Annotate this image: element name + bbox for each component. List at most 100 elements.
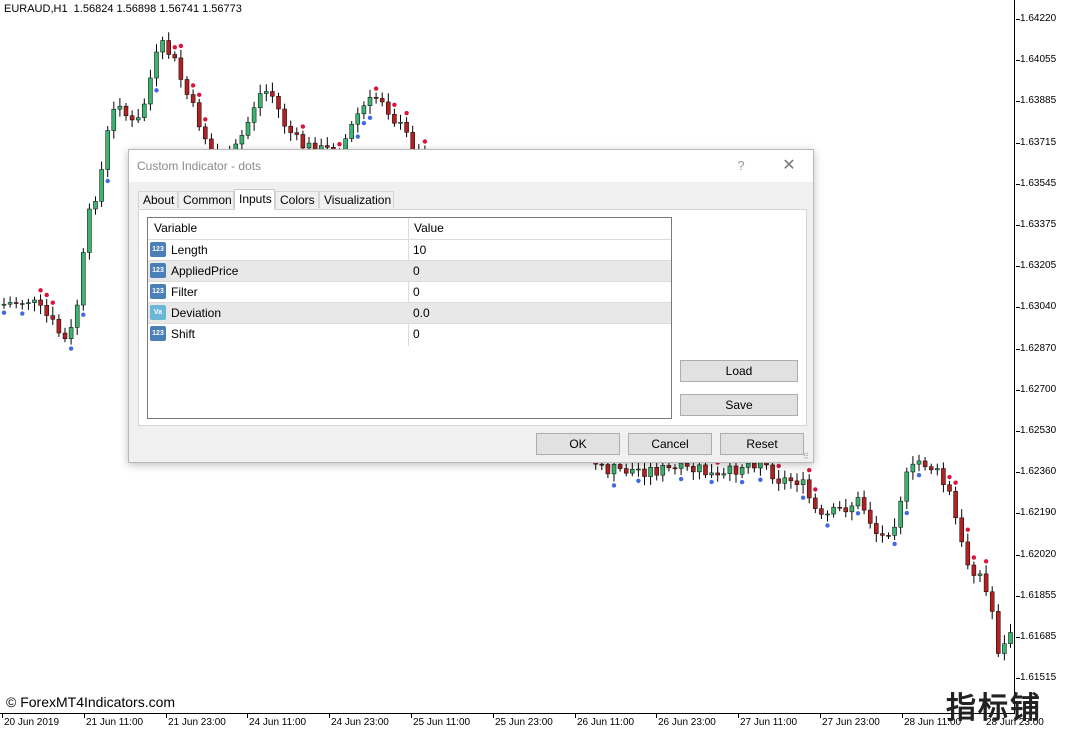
time-label: 25 Jun 23:00 xyxy=(495,717,553,728)
candle-body xyxy=(99,169,104,202)
integer-type-icon: 123 xyxy=(150,326,166,341)
param-row-length[interactable]: 123 Length 10 xyxy=(148,239,671,260)
candle-body xyxy=(935,468,940,471)
param-row-deviation[interactable]: Va Deviation 0.0 xyxy=(148,302,671,323)
load-button[interactable]: Load xyxy=(680,360,798,382)
column-header-variable[interactable]: Variable xyxy=(148,218,408,239)
param-name: Filter xyxy=(171,285,198,299)
signal-dot xyxy=(38,288,43,293)
signal-dot xyxy=(904,510,909,516)
candle-body xyxy=(874,523,879,534)
tab-visualization[interactable]: Visualization xyxy=(319,191,394,208)
candle-body xyxy=(81,252,86,306)
param-name: Length xyxy=(171,243,208,257)
column-header-value[interactable]: Value xyxy=(408,218,671,239)
candle-body xyxy=(349,123,354,139)
time-label: 20 Jun 2019 xyxy=(4,717,60,728)
param-value[interactable]: 0 xyxy=(413,282,420,302)
signal-dot xyxy=(50,300,55,305)
candle-body xyxy=(977,573,983,576)
candle-body xyxy=(959,517,964,543)
signal-dot xyxy=(68,346,74,351)
param-row-shift[interactable]: 123 Shift 0 xyxy=(148,323,671,344)
dialog-title: Custom Indicator - dots xyxy=(137,159,262,173)
symbol-header: EURAUD,H1 1.56824 1.56898 1.56741 1.5677… xyxy=(4,3,242,15)
candle-body xyxy=(129,115,135,121)
signal-dot xyxy=(825,523,830,528)
candle-body xyxy=(1008,632,1013,644)
candle-body xyxy=(776,478,781,484)
signal-dot xyxy=(611,483,617,488)
time-tick xyxy=(329,714,330,718)
candle-body xyxy=(190,94,196,103)
candle-body xyxy=(941,468,946,486)
time-label: 21 Jun 23:00 xyxy=(168,717,226,728)
price-label: 1.62190 xyxy=(1020,507,1057,518)
param-value[interactable]: 0 xyxy=(413,324,420,344)
candle-body xyxy=(691,466,696,473)
param-row-filter[interactable]: 123 Filter 0 xyxy=(148,281,671,302)
candle-body xyxy=(904,471,910,502)
candle-body xyxy=(861,497,867,511)
ok-button[interactable]: OK xyxy=(536,433,620,455)
param-name: Shift xyxy=(171,327,196,341)
candle-body xyxy=(203,126,208,140)
candle-body xyxy=(44,305,49,316)
param-value[interactable]: 0.0 xyxy=(413,303,430,323)
signal-dot xyxy=(105,178,110,184)
candle-body xyxy=(13,302,19,304)
param-value[interactable]: 0 xyxy=(413,261,420,281)
candle-body xyxy=(196,102,202,128)
time-axis: 20 Jun 2019 21 Jun 11:00 21 Jun 23:00 24 Ju… xyxy=(0,714,1044,734)
time-tick xyxy=(84,714,85,718)
price-label: 1.61855 xyxy=(1020,590,1057,601)
time-tick xyxy=(902,714,903,718)
param-value[interactable]: 10 xyxy=(413,240,426,260)
time-tick xyxy=(2,714,3,718)
candle-body xyxy=(154,51,159,79)
signal-dot xyxy=(337,142,342,147)
candle-body xyxy=(282,108,287,127)
signal-dot xyxy=(154,88,159,93)
candle-body xyxy=(105,130,110,170)
tab-colors[interactable]: Colors xyxy=(275,191,319,208)
candle-body xyxy=(300,134,306,149)
candle-body xyxy=(727,465,733,474)
close-icon[interactable]: ✕ xyxy=(777,155,801,177)
signal-dot xyxy=(807,467,812,473)
candle-body xyxy=(367,97,373,106)
candle-body xyxy=(996,611,1001,654)
candle-body xyxy=(379,98,385,103)
signal-dot xyxy=(20,311,25,316)
candle-body xyxy=(87,208,92,253)
candle-body xyxy=(636,468,641,471)
resize-grip-icon[interactable]: ⠿ xyxy=(803,452,811,461)
price-label: 1.63885 xyxy=(1020,95,1057,106)
reset-button[interactable]: Reset xyxy=(720,433,804,455)
candle-body xyxy=(135,117,141,121)
candle-body xyxy=(1,303,7,306)
candle-body xyxy=(288,125,293,133)
signal-dot xyxy=(1,310,7,315)
candle-body xyxy=(910,463,916,473)
candle-body xyxy=(20,303,25,305)
time-tick xyxy=(411,714,412,718)
help-button[interactable]: ? xyxy=(731,156,751,176)
candle-body xyxy=(410,132,415,151)
tab-common[interactable]: Common xyxy=(178,191,234,208)
tab-about[interactable]: About xyxy=(138,191,178,208)
tab-inputs[interactable]: Inputs xyxy=(234,189,275,210)
time-label: 27 Jun 11:00 xyxy=(740,717,798,728)
candle-body xyxy=(251,107,257,123)
parameters-table: Variable Value 123 Length 10 123 AppliedPric… xyxy=(147,217,672,419)
cancel-button[interactable]: Cancel xyxy=(628,433,712,455)
time-tick xyxy=(738,714,739,718)
param-name: Deviation xyxy=(171,306,222,320)
candle-body xyxy=(38,299,43,306)
param-row-appliedprice[interactable]: 123 AppliedPrice 0 xyxy=(148,260,671,281)
dialog-titlebar[interactable]: Custom Indicator - dots ? ✕ xyxy=(129,150,813,182)
save-button[interactable]: Save xyxy=(680,394,798,416)
candle-body xyxy=(867,509,873,524)
candle-body xyxy=(178,57,184,80)
price-label: 1.62700 xyxy=(1020,384,1057,395)
